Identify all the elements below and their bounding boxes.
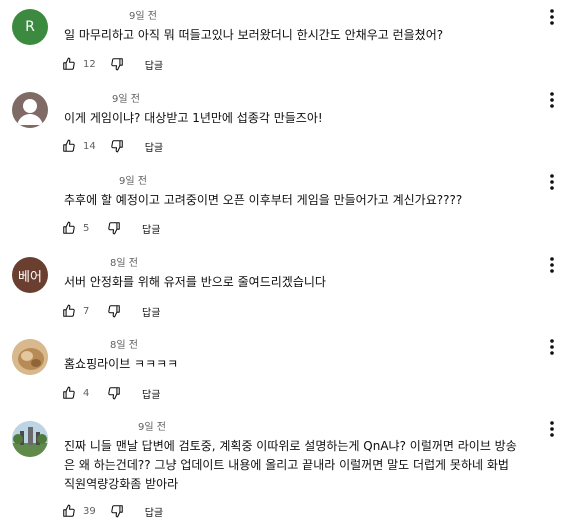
like-button[interactable] [62, 386, 76, 400]
reply-button[interactable]: 답글 [145, 139, 163, 154]
dislike-button[interactable] [110, 139, 124, 153]
comment-text: 서버 안정화를 위해 유저를 반으로 줄여드리겠습니다 [64, 275, 326, 289]
avatar-letter: 베어 [18, 269, 42, 285]
comment-menu-button[interactable] [544, 174, 560, 190]
comment-item: 9일 전 이게 게임이냐? 대상받고 1년만에 섭종각 만들즈아! 14 답글 [0, 82, 580, 164]
more-vertical-icon [550, 92, 554, 108]
dislike-button[interactable] [110, 504, 124, 518]
comment-actions: 5 답글 [62, 219, 160, 237]
avatar[interactable] [12, 339, 48, 375]
like-button[interactable] [62, 304, 76, 318]
comment-text: 일 마무리하고 아직 뭐 떠들고있나 보러왔더니 한시간도 안채우고 런을쳤어? [64, 28, 444, 42]
like-count: 39 [83, 505, 96, 517]
avatar[interactable] [12, 174, 48, 210]
more-vertical-icon [550, 9, 554, 25]
comment-timestamp[interactable]: 8일 전 [110, 340, 138, 352]
avatar[interactable]: 베어 [12, 257, 48, 293]
dislike-button[interactable] [107, 304, 121, 318]
avatar-image [12, 421, 48, 457]
comment-menu-button[interactable] [544, 339, 560, 355]
comment-text: 추후에 할 예정이고 고려중이면 오픈 이후부터 게임을 만들어가고 계신가요?… [64, 193, 463, 207]
avatar[interactable] [12, 421, 48, 457]
like-count: 4 [83, 387, 90, 399]
comment-item: 9일 전 추후에 할 예정이고 고려중이면 오픈 이후부터 게임을 만들어가고 … [0, 164, 580, 246]
comment-item: 9일 전 진짜 니들 맨날 답변에 검토중, 계획중 이따위로 설명하는게 Qn… [0, 410, 580, 531]
reply-button[interactable]: 답글 [142, 221, 160, 236]
thumbs-down-icon [107, 221, 121, 235]
thumbs-down-icon [110, 57, 124, 71]
comment-item: 8일 전 홈쇼핑라이브 ㅋㅋㅋㅋ 4 답글 [0, 328, 580, 410]
thumbs-down-icon [107, 386, 121, 400]
comment-menu-button[interactable] [544, 421, 560, 437]
comment-actions: 39 답글 [62, 502, 163, 520]
avatar[interactable]: R [12, 9, 48, 45]
comment-text: 이게 게임이냐? 대상받고 1년만에 섭종각 만들즈아! [64, 111, 323, 125]
thumbs-up-icon [62, 221, 76, 235]
like-count: 7 [83, 305, 90, 317]
comment-item: R 9일 전 일 마무리하고 아직 뭐 떠들고있나 보러왔더니 한시간도 안채우… [0, 0, 580, 82]
like-button[interactable] [62, 57, 76, 71]
comment-timestamp[interactable]: 9일 전 [119, 176, 147, 188]
like-button[interactable] [62, 139, 76, 153]
avatar-image [12, 92, 48, 128]
reply-button[interactable]: 답글 [142, 304, 160, 319]
more-vertical-icon [550, 257, 554, 273]
comment-text: 홈쇼핑라이브 ㅋㅋㅋㅋ [64, 357, 179, 371]
like-count: 12 [83, 58, 96, 70]
dislike-button[interactable] [107, 221, 121, 235]
more-vertical-icon [550, 339, 554, 355]
thumbs-down-icon [110, 504, 124, 518]
avatar-letter: R [25, 19, 35, 35]
thumbs-up-icon [62, 386, 76, 400]
like-button[interactable] [62, 221, 76, 235]
reply-button[interactable]: 답글 [145, 57, 163, 72]
thumbs-up-icon [62, 304, 76, 318]
comment-timestamp[interactable]: 9일 전 [138, 422, 166, 434]
comment-item: 베어 8일 전 서버 안정화를 위해 유저를 반으로 줄여드리겠습니다 7 답글 [0, 246, 580, 328]
thumbs-up-icon [62, 57, 76, 71]
comment-timestamp[interactable]: 8일 전 [110, 258, 138, 270]
comment-text: 진짜 니들 맨날 답변에 검토중, 계획중 이따위로 설명하는게 QnA냐? 이… [64, 439, 517, 491]
thumbs-up-icon [62, 139, 76, 153]
comment-menu-button[interactable] [544, 92, 560, 108]
thumbs-up-icon [62, 504, 76, 518]
comment-menu-button[interactable] [544, 257, 560, 273]
reply-button[interactable]: 답글 [142, 386, 160, 401]
comment-actions: 12 답글 [62, 55, 163, 73]
comment-timestamp[interactable]: 9일 전 [112, 94, 140, 106]
thumbs-down-icon [107, 304, 121, 318]
like-count: 5 [83, 222, 90, 234]
avatar-image [12, 339, 48, 375]
comment-actions: 14 답글 [62, 137, 163, 155]
more-vertical-icon [550, 174, 554, 190]
thumbs-down-icon [110, 139, 124, 153]
comment-actions: 7 답글 [62, 302, 160, 320]
like-count: 14 [83, 140, 96, 152]
comment-timestamp[interactable]: 9일 전 [129, 11, 157, 23]
like-button[interactable] [62, 504, 76, 518]
comment-menu-button[interactable] [544, 9, 560, 25]
reply-button[interactable]: 답글 [145, 504, 163, 519]
dislike-button[interactable] [110, 57, 124, 71]
dislike-button[interactable] [107, 386, 121, 400]
comment-actions: 4 답글 [62, 384, 160, 402]
avatar[interactable] [12, 92, 48, 128]
comments-section: R 9일 전 일 마무리하고 아직 뭐 떠들고있나 보러왔더니 한시간도 안채우… [0, 0, 580, 531]
more-vertical-icon [550, 421, 554, 437]
